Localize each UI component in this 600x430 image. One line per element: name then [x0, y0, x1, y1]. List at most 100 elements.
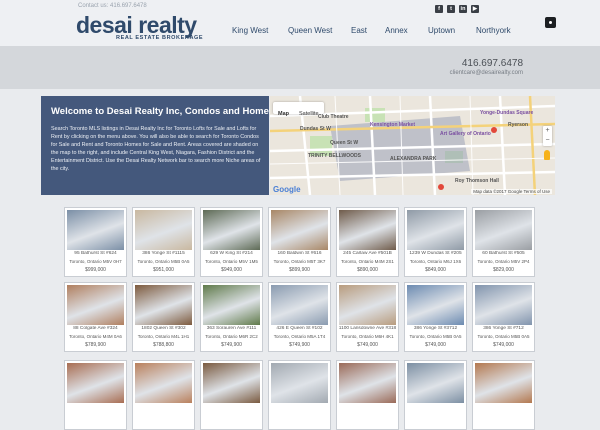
listing-address: 386 Yonge St #1115 — [142, 251, 185, 256]
listing-city: Toronto, Ontario M4M 0A6 — [69, 334, 122, 339]
listing-card[interactable]: 245 Carlaw Ave #501B Toronto, Ontario M4M… — [336, 207, 399, 277]
site-header: Contact us: 416.697.6478 desai realty RE… — [0, 0, 600, 46]
linkedin-icon[interactable]: in — [459, 5, 467, 13]
listing-photo[interactable] — [475, 210, 532, 250]
listing-photo[interactable] — [407, 285, 464, 325]
listing-card[interactable]: 95 Bathurst St #624 Toronto, Ontario M5V … — [64, 207, 127, 277]
map-type-tabs: Map Satellite — [273, 102, 324, 117]
welcome-text: Search Toronto MLS listings in Desai Rea… — [51, 126, 261, 173]
listing-price: $749,000 — [357, 342, 378, 348]
listing-card[interactable]: 88 Colgate Ave #324 Toronto, Ontario M4M … — [64, 282, 127, 352]
logo-title[interactable]: desai realty — [76, 13, 197, 37]
listing-card[interactable] — [64, 360, 127, 430]
nav-annex[interactable]: Annex — [385, 26, 408, 35]
listing-photo[interactable] — [203, 363, 260, 403]
nav-queen-west[interactable]: Queen West — [288, 26, 332, 35]
listing-address: 426 E Queen St #102 — [276, 326, 323, 331]
listing-card[interactable] — [132, 360, 195, 430]
listing-card[interactable] — [404, 360, 467, 430]
listing-city: Toronto, Ontario M5B 0A5 — [477, 334, 530, 339]
nav-king-west[interactable]: King West — [232, 26, 268, 35]
listing-card[interactable]: 160 Baldwin St #616 Toronto, Ontario M5T … — [268, 207, 331, 277]
listing-city: Toronto, Ontario M6R 2C2 — [205, 334, 258, 339]
listing-city: Toronto, Ontario M5B 0A5 — [137, 259, 190, 264]
listing-price: $899,900 — [289, 267, 310, 273]
listing-photo[interactable] — [67, 363, 124, 403]
listing-city: Toronto, Ontario M5B 0A5 — [409, 334, 462, 339]
listing-photo[interactable] — [339, 363, 396, 403]
map-label-queen-st: Queen St W — [330, 140, 359, 146]
contact-band: 416.697.6478 clientcare@desairealty.com — [0, 46, 600, 89]
logo-subtitle: REAL ESTATE BROKERAGE — [116, 35, 204, 41]
listing-photo[interactable] — [475, 285, 532, 325]
listing-card[interactable] — [268, 360, 331, 430]
map-pin-icon[interactable] — [438, 184, 444, 190]
listing-photo[interactable] — [271, 210, 328, 250]
nav-east[interactable]: East — [351, 26, 367, 35]
listing-photo[interactable] — [339, 285, 396, 325]
listing-card[interactable] — [472, 360, 535, 430]
listing-card[interactable]: 426 E Queen St #102 Toronto, Ontario M5A … — [268, 282, 331, 352]
listing-photo[interactable] — [407, 363, 464, 403]
listing-card[interactable]: 629 W King St #214 Toronto, Ontario M5V 1… — [200, 207, 263, 277]
listing-card[interactable]: 1239 W Dundas St #205 Toronto, Ontario M6… — [404, 207, 467, 277]
email-address[interactable]: clientcare@desairealty.com — [450, 70, 523, 76]
map-label-dundas-st: Dundas St W — [300, 126, 331, 132]
map-pin-icon[interactable] — [491, 127, 497, 133]
nav-uptown[interactable]: Uptown — [428, 26, 455, 35]
phone-number[interactable]: 416.697.6478 — [462, 58, 523, 69]
contact-phone-top[interactable]: Contact us: 416.697.6478 — [78, 3, 147, 9]
listing-card[interactable]: 363 Sorauren Ave #111 Toronto, Ontario M6… — [200, 282, 263, 352]
map-label-ago: Art Gallery of Ontario — [440, 131, 491, 137]
map-zoom-control[interactable]: + − — [543, 126, 552, 146]
listing-city: Toronto, Ontario M5A 1T4 — [273, 334, 326, 339]
listing-photo[interactable] — [475, 363, 532, 403]
listing-photo[interactable] — [339, 210, 396, 250]
listing-price: $749,000 — [425, 342, 446, 348]
map-label-alexandra: ALEXANDRA PARK — [390, 156, 437, 162]
listing-card[interactable]: 386 Yonge St #1115 Toronto, Ontario M5B 0… — [132, 207, 195, 277]
listing-card[interactable]: 1802 Queen St #302 Toronto, Ontario M4L 1… — [132, 282, 195, 352]
listing-photo[interactable] — [67, 285, 124, 325]
listing-city: Toronto, Ontario M6H 4K1 — [341, 334, 394, 339]
listing-photo[interactable] — [135, 363, 192, 403]
listing-card[interactable] — [336, 360, 399, 430]
map-label-roy-thomson: Roy Thomson Hall — [455, 178, 499, 184]
listing-photo[interactable] — [407, 210, 464, 250]
listing-photo[interactable] — [135, 210, 192, 250]
youtube-icon[interactable]: ▶ — [471, 5, 479, 13]
listing-address: 95 Bathurst St #624 — [74, 251, 117, 256]
listing-card[interactable] — [200, 360, 263, 430]
listing-card[interactable]: 1100 Lansdowne Ave #318 Toronto, Ontario … — [336, 282, 399, 352]
listing-photo[interactable] — [203, 285, 260, 325]
twitter-icon[interactable]: t — [447, 5, 455, 13]
listing-photo[interactable] — [203, 210, 260, 250]
listing-price: $749,000 — [493, 342, 514, 348]
listing-card[interactable]: 60 Bathurst St #505 Toronto, Ontario M5V … — [472, 207, 535, 277]
listing-address: 386 Yonge St #712 — [483, 326, 524, 331]
map-label-kensington: Kensington Market — [370, 122, 416, 128]
listing-photo[interactable] — [271, 285, 328, 325]
listing-card[interactable]: 386 Yonge St #3712 Toronto, Ontario M5B 0… — [404, 282, 467, 352]
listing-photo[interactable] — [67, 210, 124, 250]
listing-address: 1239 W Dundas St #205 — [409, 251, 462, 256]
menu-toggle-button[interactable] — [545, 17, 556, 28]
area-map[interactable]: Map Satellite Kensington Market Art Galle… — [270, 96, 555, 195]
listing-photo[interactable] — [271, 363, 328, 403]
listing-address: 245 Carlaw Ave #501B — [343, 251, 392, 256]
listing-price: $951,000 — [153, 267, 174, 273]
map-label-yonge-dundas: Yonge-Dundas Square — [480, 110, 534, 116]
welcome-panel: Welcome to Desai Realty Inc, Condos and … — [41, 96, 274, 195]
street-view-pegman-icon[interactable] — [544, 150, 550, 160]
facebook-icon[interactable]: f — [435, 5, 443, 13]
google-logo: Google — [273, 185, 301, 194]
listing-address: 60 Bathurst St #505 — [482, 251, 525, 256]
listing-address: 386 Yonge St #3712 — [413, 326, 458, 331]
map-label-ryerson: Ryerson — [508, 122, 529, 128]
nav-northyork[interactable]: Northyork — [476, 26, 511, 35]
map-tab-map[interactable]: Map — [273, 108, 294, 120]
map-attribution[interactable]: Map data ©2017 Google Terms of Use — [471, 189, 552, 194]
map-label-trinity: TRINITY BELLWOODS — [308, 153, 361, 159]
listing-photo[interactable] — [135, 285, 192, 325]
listing-card[interactable]: 386 Yonge St #712 Toronto, Ontario M5B 0A… — [472, 282, 535, 352]
